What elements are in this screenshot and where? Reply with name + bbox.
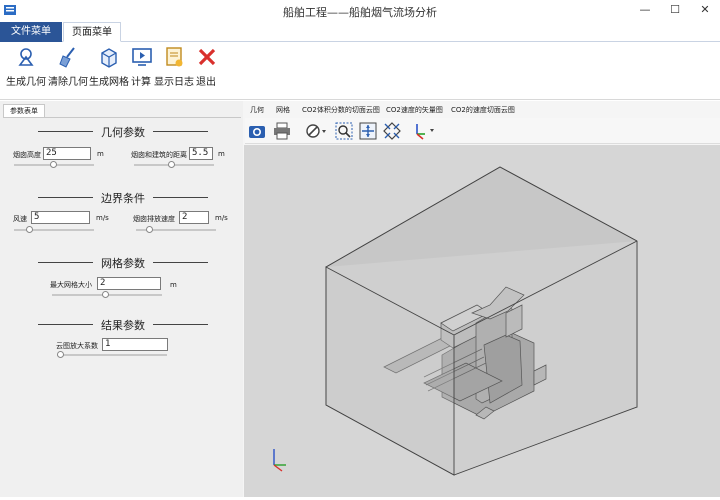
distance-input[interactable]: 5.5 [189,147,213,160]
slider-thumb[interactable] [168,161,175,168]
window-title: 船舶工程——船舶烟气流场分析 [283,6,437,19]
mesh-cube-icon [101,48,117,68]
clear-geometry-button[interactable]: 清除几何 [48,45,88,95]
maximize-button[interactable]: ☐ [660,0,690,20]
section-divider [153,131,208,132]
section-divider [38,197,93,198]
close-button[interactable]: ✕ [690,0,720,20]
exhaust-speed-input[interactable]: 2 [179,211,209,224]
chimney-height-slider[interactable] [14,161,94,168]
show-log-label: 显示日志 [154,77,194,88]
section-divider [38,324,93,325]
broom-icon [59,47,75,68]
wind-speed-input[interactable]: 5 [31,211,90,224]
section-divider [38,262,93,263]
mesh-section-title: 网格参数 [101,257,145,270]
wind-speed-label: 风速 [13,215,27,223]
zoom-box-icon[interactable] [335,122,353,140]
wind-speed-unit: m/s [96,214,109,222]
axes-orientation-icon[interactable] [411,122,435,140]
tab-params-form[interactable]: 参数表单 [3,104,45,118]
cloud-scale-slider[interactable] [57,351,167,358]
log-icon [166,47,183,67]
view-tab-co2-velocity-vector[interactable]: CO2速度的矢量图 [386,105,443,117]
minimize-button[interactable]: — [630,0,660,20]
compute-label: 计算 [131,77,151,88]
distance-unit: m [218,150,225,158]
domain-model [273,166,638,476]
slider-thumb[interactable] [26,226,33,233]
view-tab-co2-volume-fraction[interactable]: CO2体积分数的切面云图 [302,105,380,117]
slider-thumb[interactable] [57,351,64,358]
section-divider [38,131,93,132]
boundary-section-title: 边界条件 [101,192,145,205]
wind-speed-slider[interactable] [14,226,94,233]
chimney-height-label: 烟囱高度 [13,151,41,159]
reset-view-icon[interactable] [383,122,401,140]
cloud-scale-input[interactable]: 1 [102,338,168,351]
geometry-section-title: 几何参数 [101,126,145,139]
exit-button[interactable]: 退出 [195,45,217,95]
max-mesh-size-unit: m [170,281,177,289]
exit-x-icon [198,48,216,66]
exhaust-speed-unit: m/s [215,214,228,222]
generate-geometry-button[interactable]: 生成几何 [6,45,46,95]
chimney-height-input[interactable]: 25 [43,147,91,160]
params-panel-body [3,117,241,495]
generate-mesh-button[interactable]: 生成网格 [89,45,129,95]
exhaust-speed-label: 烟囱排放速度 [133,215,175,223]
max-mesh-size-label: 最大网格大小 [50,281,92,289]
distance-slider[interactable] [134,161,214,168]
show-log-button[interactable]: 显示日志 [154,45,194,95]
slider-thumb[interactable] [146,226,153,233]
compute-icon [132,48,152,66]
section-divider [153,324,208,325]
slider-thumb[interactable] [102,291,109,298]
camera-icon[interactable] [248,122,266,140]
fit-view-icon[interactable] [359,122,377,140]
slider-thumb[interactable] [50,161,57,168]
tab-page-menu[interactable]: 页面菜单 [63,22,121,42]
generate-geometry-label: 生成几何 [6,77,46,88]
view-tab-geometry[interactable]: 几何 [250,105,264,117]
tab-file-menu[interactable]: 文件菜单 [0,22,62,42]
generate-mesh-label: 生成网格 [89,77,129,88]
3d-viewport[interactable] [244,145,720,497]
exit-label: 退出 [196,77,216,88]
max-mesh-size-slider[interactable] [52,291,162,298]
display-mode-icon[interactable] [305,122,327,140]
geometry-icon [18,48,34,66]
print-icon[interactable] [273,122,291,140]
section-divider [153,262,208,263]
chimney-height-unit: m [97,150,104,158]
max-mesh-size-input[interactable]: 2 [97,277,161,290]
result-section-title: 结果参数 [101,319,145,332]
clear-geometry-label: 清除几何 [48,77,88,88]
axis-triad [273,449,286,472]
exhaust-speed-slider[interactable] [136,226,216,233]
view-tab-co2-velocity-slice[interactable]: CO2的速度切面云图 [451,105,515,117]
compute-button[interactable]: 计算 [130,45,152,95]
distance-label: 烟囱和建筑的距离 [131,151,187,159]
cloud-scale-label: 云图放大系数 [56,342,98,350]
view-tab-mesh[interactable]: 网格 [276,105,290,117]
section-divider [153,197,208,198]
